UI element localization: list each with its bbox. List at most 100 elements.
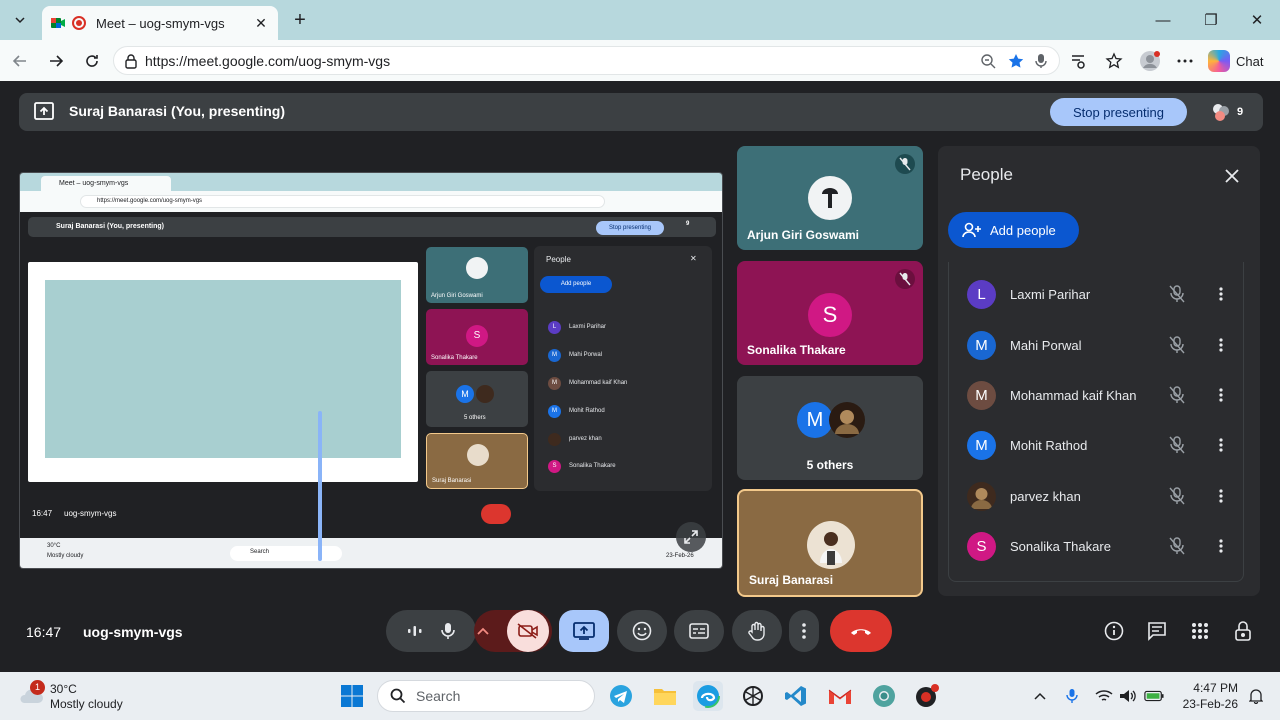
- shared-stop-presenting: Stop presenting: [596, 221, 664, 235]
- windows-start-icon[interactable]: [337, 681, 367, 711]
- microphone-in-use-icon[interactable]: [1032, 52, 1050, 70]
- new-tab-icon[interactable]: +: [288, 9, 312, 33]
- vscode-icon[interactable]: [781, 681, 811, 711]
- mic-off-icon[interactable]: [1167, 335, 1187, 355]
- browser-tab-meet[interactable]: Meet – uog-smym-vgs ✕: [42, 6, 278, 40]
- chat-icon[interactable]: [1145, 619, 1169, 643]
- closed-captions-icon: [689, 623, 709, 639]
- shared-url: https://meet.google.com/uog-smym-vgs: [80, 195, 605, 208]
- gmail-icon[interactable]: [825, 681, 855, 711]
- mic-off-icon[interactable]: [1167, 486, 1187, 506]
- show-hidden-icons-chevron[interactable]: [1030, 686, 1050, 706]
- activities-grid-icon[interactable]: [1188, 619, 1212, 643]
- expand-arrows-icon: [684, 530, 698, 544]
- raise-hand-button[interactable]: [732, 610, 782, 652]
- edge-browser-icon[interactable]: [693, 681, 723, 711]
- recording-app-icon[interactable]: [913, 681, 943, 711]
- forward-icon[interactable]: [43, 48, 69, 74]
- people-row-laxmi-parihar[interactable]: L Laxmi Parihar: [949, 274, 1245, 314]
- favorite-star-icon[interactable]: [1007, 52, 1025, 70]
- more-menu-icon[interactable]: [1174, 50, 1196, 72]
- shared-add-people: Add people: [540, 276, 612, 293]
- tile-sonalika-thakare[interactable]: S Sonalika Thakare: [737, 261, 923, 365]
- present-now-button[interactable]: [559, 610, 609, 652]
- notification-bell-icon[interactable]: [1246, 686, 1266, 706]
- shared-date: 23-Feb-26: [666, 553, 694, 559]
- back-icon[interactable]: [7, 48, 33, 74]
- chatgpt-icon[interactable]: [738, 681, 768, 711]
- more-options-icon[interactable]: [1211, 486, 1231, 506]
- present-screen-icon: [573, 622, 595, 640]
- people-row-mahi-porwal[interactable]: M Mahi Porwal: [949, 325, 1245, 365]
- media-control-icon[interactable]: [1067, 50, 1089, 72]
- shared-person-name: Laxmi Parihar: [569, 324, 607, 330]
- audio-controls-button[interactable]: [386, 610, 476, 652]
- address-bar[interactable]: https://meet.google.com/uog-smym-vgs: [113, 46, 1060, 75]
- expand-preview-button[interactable]: [676, 522, 706, 552]
- people-row-sonalika-thakare[interactable]: S Sonalika Thakare: [949, 526, 1245, 566]
- close-window-icon[interactable]: ✕: [1242, 8, 1272, 32]
- leave-call-button[interactable]: [830, 610, 892, 652]
- people-row-mohammad-kaif-khan[interactable]: M Mohammad kaif Khan: [949, 375, 1245, 415]
- shared-person-name: Mohit Rathod: [569, 408, 605, 414]
- shared-end-call-icon: [481, 504, 511, 524]
- mic-off-icon[interactable]: [1167, 435, 1187, 455]
- person-avatar: M: [967, 430, 996, 460]
- meeting-details-icon[interactable]: [1102, 619, 1126, 643]
- wifi-icon[interactable]: [1094, 686, 1114, 706]
- host-controls-lock-icon[interactable]: [1231, 619, 1255, 643]
- more-options-icon[interactable]: [1211, 335, 1231, 355]
- add-people-button[interactable]: Add people: [948, 212, 1079, 248]
- people-list-scrollbar[interactable]: [318, 411, 322, 561]
- restore-icon[interactable]: ❐: [1196, 8, 1226, 32]
- more-options-icon[interactable]: [1211, 435, 1231, 455]
- microphone-icon: [441, 623, 455, 639]
- favorites-icon[interactable]: [1103, 50, 1125, 72]
- mic-off-icon[interactable]: [1167, 385, 1187, 405]
- meet-viewport: Suraj Banarasi (You, presenting) Stop pr…: [4, 81, 1276, 668]
- profile-avatar-icon[interactable]: [1139, 50, 1161, 72]
- more-vert-icon: [802, 623, 806, 639]
- close-panel-icon[interactable]: [1220, 164, 1244, 188]
- stop-presenting-button[interactable]: Stop presenting: [1050, 98, 1187, 126]
- battery-charging-icon[interactable]: [1144, 686, 1164, 706]
- weather-widget[interactable]: 1 30°C Mostly cloudy: [18, 680, 128, 712]
- telegram-icon[interactable]: [606, 681, 636, 711]
- shared-people-row: M Mohammad kaif Khan: [548, 375, 698, 391]
- people-row-mohit-rathod[interactable]: M Mohit Rathod: [949, 425, 1245, 465]
- more-options-icon[interactable]: [1211, 536, 1231, 556]
- minimize-icon[interactable]: —: [1148, 8, 1178, 32]
- mic-off-icon[interactable]: [1167, 536, 1187, 556]
- more-options-icon[interactable]: [1211, 385, 1231, 405]
- copilot-chat-button[interactable]: Chat: [1208, 49, 1263, 73]
- url-text[interactable]: https://meet.google.com/uog-smym-vgs: [145, 53, 390, 69]
- reload-icon[interactable]: [79, 48, 105, 74]
- shared-avatar-icon: [548, 432, 561, 446]
- reactions-button[interactable]: [617, 610, 667, 652]
- tile-suraj-banarasi-self[interactable]: Suraj Banarasi: [737, 489, 923, 597]
- clock-time: 4:47 PM: [1193, 681, 1238, 695]
- system-clock[interactable]: 4:47 PM 23-Feb-26: [1180, 680, 1238, 712]
- participant-count-button[interactable]: 9: [1210, 98, 1252, 126]
- mic-off-icon[interactable]: [1167, 284, 1187, 304]
- more-options-icon[interactable]: [1211, 284, 1231, 304]
- tab-close-icon[interactable]: ✕: [252, 15, 270, 32]
- site-info-lock-icon[interactable]: [124, 53, 138, 69]
- more-options-button[interactable]: [789, 610, 819, 652]
- zoom-icon[interactable]: [979, 52, 997, 70]
- captions-button[interactable]: [674, 610, 724, 652]
- shared-meeting-code: uog-smym-vgs: [64, 509, 117, 518]
- volume-icon[interactable]: [1118, 686, 1138, 706]
- file-explorer-icon[interactable]: [650, 681, 680, 711]
- people-row-parvez-khan[interactable]: parvez khan: [949, 476, 1245, 516]
- microphone-tray-icon[interactable]: [1062, 686, 1082, 706]
- chrome-dev-icon[interactable]: [869, 681, 899, 711]
- tab-list-chevron-icon[interactable]: [8, 8, 32, 32]
- shared-screen-preview: Meet – uog-smym-vgs https://meet.google.…: [19, 172, 723, 569]
- tile-others[interactable]: M 5 others: [737, 376, 923, 480]
- camera-controls-button[interactable]: [474, 610, 552, 652]
- tile-arjun-giri-goswami[interactable]: Arjun Giri Goswami: [737, 146, 923, 250]
- search-placeholder: Search: [416, 688, 461, 704]
- shared-avatar-icon: S: [548, 459, 561, 473]
- taskbar-search[interactable]: Search: [377, 680, 595, 712]
